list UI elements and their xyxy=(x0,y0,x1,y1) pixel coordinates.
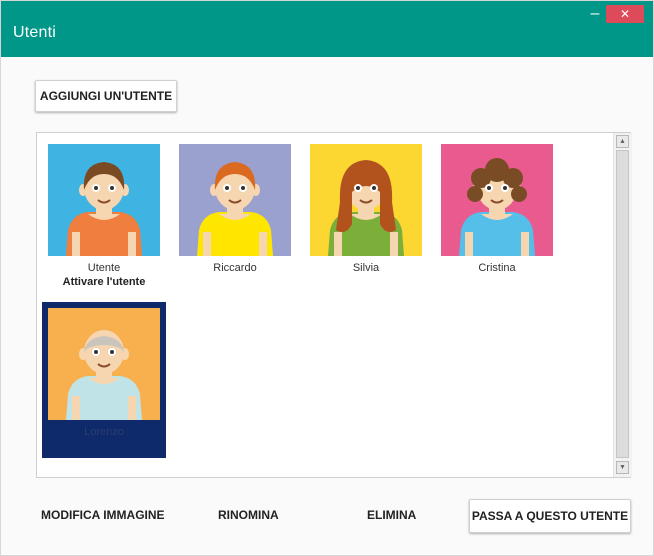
user-tile[interactable]: Riccardo xyxy=(179,144,291,294)
user-tile[interactable]: Utente Attivare l'utente xyxy=(48,144,160,294)
window-title: Utenti xyxy=(13,24,56,41)
avatar xyxy=(48,308,160,420)
delete-button[interactable]: ELIMINA xyxy=(367,508,416,522)
users-window: Utenti – ✕ AGGIUNGI UN'UTENTE Utente Atti… xyxy=(0,0,654,556)
minimize-icon[interactable]: – xyxy=(587,6,603,22)
user-list: Utente Attivare l'utente Riccardo Silvia… xyxy=(36,132,632,478)
user-tile[interactable]: Silvia xyxy=(310,144,422,294)
title-bar: Utenti – ✕ xyxy=(1,1,653,57)
edit-image-button[interactable]: MODIFICA IMMAGINE xyxy=(41,508,165,522)
user-name: Utente xyxy=(87,262,121,274)
scroll-down-arrow-icon[interactable]: ▼ xyxy=(616,461,629,474)
avatar xyxy=(48,144,160,256)
person-illustration-icon xyxy=(66,162,142,256)
user-subtitle: Attivare l'utente xyxy=(62,276,146,288)
user-name: Riccardo xyxy=(213,262,257,274)
person-illustration-icon xyxy=(328,160,404,256)
switch-user-button[interactable]: PASSA A QUESTO UTENTE xyxy=(469,499,631,533)
person-illustration-icon xyxy=(459,158,535,256)
add-user-button[interactable]: AGGIUNGI UN'UTENTE xyxy=(35,80,177,112)
close-icon[interactable]: ✕ xyxy=(606,5,644,23)
avatar xyxy=(310,144,422,256)
avatar xyxy=(179,144,291,256)
person-illustration-icon xyxy=(66,330,142,420)
user-tile[interactable]: Cristina xyxy=(441,144,553,294)
scrollbar[interactable]: ▲ ▼ xyxy=(613,133,632,477)
avatar xyxy=(441,144,553,256)
scroll-up-arrow-icon[interactable]: ▲ xyxy=(616,135,629,148)
person-illustration-icon xyxy=(197,162,273,256)
user-name: Silvia xyxy=(352,262,380,274)
user-tile[interactable]: Lorenzo xyxy=(42,302,166,458)
user-name: Lorenzo xyxy=(84,426,124,438)
scrollbar-thumb[interactable] xyxy=(616,150,629,458)
rename-button[interactable]: RINOMINA xyxy=(218,508,279,522)
user-name: Cristina xyxy=(478,262,516,274)
